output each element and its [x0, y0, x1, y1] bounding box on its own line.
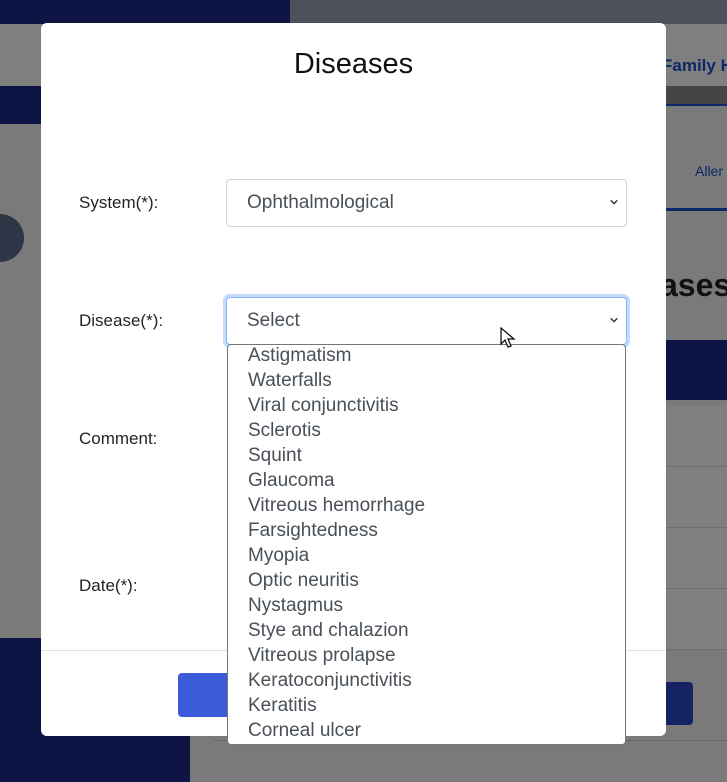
- option-farsightedness[interactable]: Farsightedness: [228, 518, 625, 543]
- chevron-down-icon: [610, 199, 618, 205]
- option-vitreous-hemorrhage[interactable]: Vitreous hemorrhage: [228, 493, 625, 518]
- system-select-value: Ophthalmological: [247, 192, 394, 213]
- system-select[interactable]: Ophthalmological: [226, 179, 627, 227]
- date-label: Date(*):: [79, 576, 138, 595]
- disease-select-value: Select: [247, 310, 300, 331]
- option-keratitis[interactable]: Keratitis: [228, 693, 625, 718]
- modal-title: Diseases: [293, 48, 414, 80]
- chevron-down-icon: [610, 317, 618, 323]
- option-stye-and-chalazion[interactable]: Stye and chalazion: [228, 618, 625, 643]
- option-glaucoma[interactable]: Glaucoma: [228, 468, 625, 493]
- option-astigmatism[interactable]: Astigmatism: [228, 345, 625, 368]
- option-vitreous-prolapse[interactable]: Vitreous prolapse: [228, 643, 625, 668]
- option-sclerotis[interactable]: Sclerotis: [228, 418, 625, 443]
- option-waterfalls[interactable]: Waterfalls: [228, 368, 625, 393]
- disease-label: Disease(*):: [79, 311, 164, 330]
- option-keratoconjunctivitis[interactable]: Keratoconjunctivitis: [228, 668, 625, 693]
- option-nystagmus[interactable]: Nystagmus: [228, 593, 625, 618]
- option-myopia[interactable]: Myopia: [228, 543, 625, 568]
- option-corneal-ulcer[interactable]: Corneal ulcer: [228, 718, 625, 743]
- option-squint[interactable]: Squint: [228, 443, 625, 468]
- comment-label: Comment:: [79, 429, 158, 448]
- disease-options-list[interactable]: Astigmatism Waterfalls Viral conjunctivi…: [227, 344, 626, 745]
- option-optic-neuritis[interactable]: Optic neuritis: [228, 568, 625, 593]
- mouse-cursor-icon: [500, 327, 516, 348]
- option-viral-conjunctivitis[interactable]: Viral conjunctivitis: [228, 393, 625, 418]
- disease-select[interactable]: Select: [226, 297, 627, 345]
- system-label: System(*):: [79, 193, 159, 212]
